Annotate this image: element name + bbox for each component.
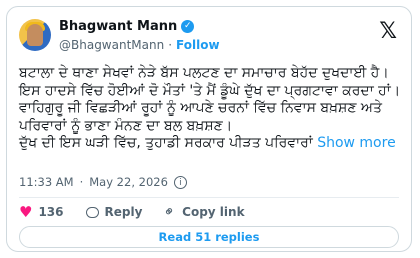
verified-badge-icon: ✓	[181, 20, 195, 33]
copy-link-label: Copy link	[182, 205, 245, 219]
handle-separator: ·	[168, 38, 173, 52]
follow-button[interactable]: Follow	[176, 38, 220, 52]
reply-icon	[85, 206, 99, 218]
author-display-name[interactable]: Bhagwant Mann	[59, 19, 177, 34]
author-handle-row: @BhagwantMann · Follow	[59, 38, 220, 52]
like-count: 136	[38, 205, 64, 219]
author-handle[interactable]: @BhagwantMann	[59, 38, 164, 52]
like-button[interactable]: ♥ 136	[19, 202, 64, 221]
show-more-link[interactable]: Show more	[317, 135, 396, 151]
author-name-row: Bhagwant Mann ✓	[59, 19, 195, 34]
read-replies-label: Read 51 replies	[158, 230, 260, 244]
tweet-date[interactable]: May 22, 2026	[89, 175, 168, 189]
tweet-meta: 11:33 AM · May 22, 2026 i	[19, 175, 187, 189]
tweet-time[interactable]: 11:33 AM	[19, 175, 74, 189]
reply-label: Reply	[104, 205, 143, 219]
read-replies-button[interactable]: Read 51 replies	[19, 226, 399, 248]
tweet-card: Bhagwant Mann ✓ @BhagwantMann · Follow 𝕏…	[6, 6, 412, 252]
copy-link-button[interactable]: ⚭ Copy link	[160, 202, 245, 222]
divider	[19, 197, 399, 198]
info-icon[interactable]: i	[173, 175, 187, 189]
reply-button[interactable]: Reply	[85, 205, 143, 219]
avatar[interactable]	[19, 19, 51, 51]
link-icon: ⚭	[160, 202, 181, 222]
meta-separator: ·	[79, 175, 84, 189]
tweet-text-container: ਬਟਾਲਾ ਦੇ ਥਾਣਾ ਸੇਖਵਾਂ ਨੇੜੇ ਬੱਸ ਪਲਟਣ ਦਾ ਸਮ…	[19, 65, 403, 153]
avatar-face	[27, 24, 43, 46]
action-bar: ♥ 136 Reply ⚭ Copy link	[19, 202, 245, 222]
heart-icon: ♥	[19, 202, 33, 221]
x-logo-icon[interactable]: 𝕏	[379, 21, 397, 43]
